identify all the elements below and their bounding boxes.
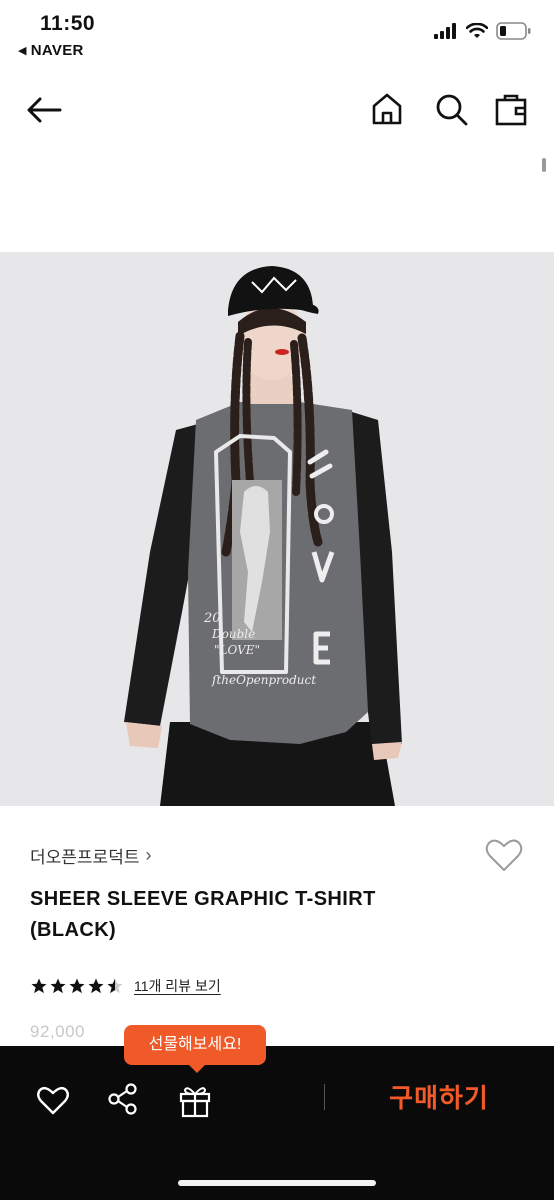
divider: [324, 1084, 325, 1110]
gift-tooltip[interactable]: 선물해보세요!: [124, 1025, 266, 1073]
status-time: 11:50: [40, 12, 96, 35]
gift-icon[interactable]: [177, 1082, 213, 1118]
svg-text:20: 20: [203, 611, 221, 626]
bottom-action-bar: 구매하기: [0, 1046, 554, 1200]
price: 92,000: [30, 1022, 85, 1041]
star-icon: [69, 978, 85, 994]
wishlist-heart-icon[interactable]: [484, 836, 524, 874]
back-triangle-icon: ◀: [18, 45, 27, 57]
product-photo: 20 Double "LOVE" ſtheOpenproduct: [0, 252, 554, 806]
star-icon: [50, 978, 66, 994]
home-icon[interactable]: [368, 90, 406, 128]
brand-name: 더오픈프로덕트: [30, 848, 140, 867]
product-title: SHEER SLEEVE GRAPHIC T-SHIRT (BLACK): [30, 888, 376, 941]
battery-icon: [496, 22, 531, 40]
back-app-label: NAVER: [30, 42, 84, 59]
brand-link[interactable]: 더오픈프로덕트 ›: [30, 843, 151, 868]
star-rating: [30, 977, 124, 995]
status-bar: 11:50 ◀ NAVER: [0, 0, 554, 68]
wifi-icon: [466, 23, 488, 38]
search-icon[interactable]: [432, 90, 470, 128]
chevron-right-icon: ›: [145, 845, 152, 865]
star-icon: [31, 978, 47, 994]
svg-text:Double: Double: [211, 627, 255, 641]
star-icon: [88, 978, 104, 994]
gift-tooltip-label: 선물해보세요!: [148, 1036, 242, 1053]
svg-text:"LOVE": "LOVE": [214, 643, 260, 657]
signal-icon: [434, 23, 456, 39]
home-indicator: [178, 1180, 376, 1186]
back-to-app-link[interactable]: ◀ NAVER: [18, 42, 84, 59]
arrow-left-icon[interactable]: [24, 90, 64, 130]
review-link[interactable]: 11개 리뷰 보기: [134, 976, 221, 996]
tooltip-tail: [188, 1064, 206, 1073]
star-icon: [107, 978, 123, 994]
buy-button[interactable]: 구매하기: [372, 1076, 506, 1120]
share-icon[interactable]: [106, 1082, 140, 1116]
top-navigation: [0, 76, 554, 142]
status-icons: [434, 22, 532, 40]
heart-icon[interactable]: [36, 1084, 70, 1116]
scroll-indicator: [542, 158, 546, 172]
rating-row: 11개 리뷰 보기: [30, 976, 221, 996]
product-image[interactable]: 20 Double "LOVE" ſtheOpenproduct: [0, 252, 554, 806]
shirt-print-text: ſtheOpenproduct: [211, 673, 316, 687]
shopping-bag-icon[interactable]: [492, 90, 530, 128]
